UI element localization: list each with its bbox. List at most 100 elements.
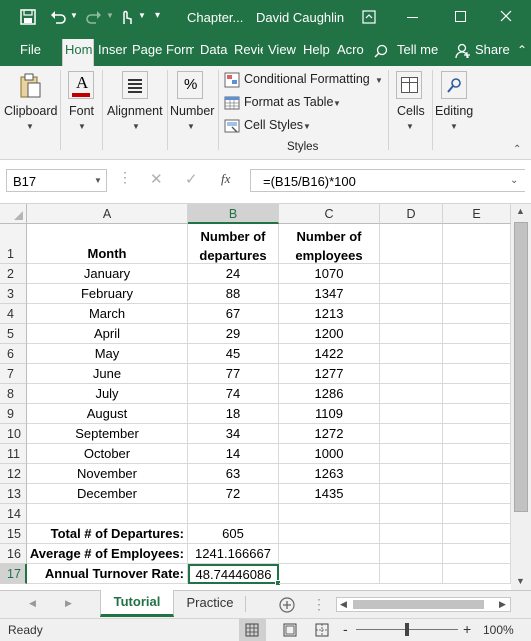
cell-c2[interactable]: 1070 xyxy=(279,264,380,284)
row-header[interactable]: 4 xyxy=(0,304,27,324)
cell-styles-button[interactable]: Cell Styles ▼ xyxy=(224,117,314,135)
select-all-corner[interactable] xyxy=(0,204,27,224)
cell-a1[interactable]: Month xyxy=(27,224,188,264)
cells-group[interactable]: Cells ▼ xyxy=(390,66,430,158)
cell-c13[interactable]: 1435 xyxy=(279,484,380,504)
cell-c12[interactable]: 1263 xyxy=(279,464,380,484)
page-layout-view-icon[interactable] xyxy=(283,623,297,637)
row-header[interactable]: 9 xyxy=(0,404,27,424)
row-header[interactable]: 3 xyxy=(0,284,27,304)
cell-a4[interactable]: March xyxy=(27,304,188,324)
vertical-scrollbar[interactable]: ▲ ▼ xyxy=(511,204,531,590)
tab-view[interactable]: View xyxy=(268,42,298,57)
close-icon[interactable] xyxy=(500,10,512,22)
cell-d16[interactable] xyxy=(380,544,443,564)
cell-e14[interactable] xyxy=(443,504,511,524)
enter-icon[interactable]: ✓ xyxy=(185,170,198,188)
cell-b5[interactable]: 29 xyxy=(188,324,279,344)
name-box-dropdown-icon[interactable]: ▼ xyxy=(94,176,102,185)
cell-e10[interactable] xyxy=(443,424,511,444)
clipboard-group[interactable]: Clipboard ▼ xyxy=(0,66,58,158)
row-header[interactable]: 5 xyxy=(0,324,27,344)
undo-dropdown-icon[interactable]: ▼ xyxy=(70,11,78,20)
cell-c9[interactable]: 1109 xyxy=(279,404,380,424)
cell-e3[interactable] xyxy=(443,284,511,304)
cell-e11[interactable] xyxy=(443,444,511,464)
user-name[interactable]: David Caughlin xyxy=(256,10,344,25)
cell-c10[interactable]: 1272 xyxy=(279,424,380,444)
cell-e9[interactable] xyxy=(443,404,511,424)
zoom-in-button[interactable]: + xyxy=(463,621,471,637)
page-break-preview-icon[interactable] xyxy=(315,623,329,637)
cell-b17-selected[interactable]: 48.74446086 xyxy=(188,564,279,584)
cell-c6[interactable]: 1422 xyxy=(279,344,380,364)
cell-a17[interactable]: Annual Turnover Rate: xyxy=(27,564,188,584)
column-header-c[interactable]: C xyxy=(279,204,380,224)
format-as-table-button[interactable]: Format as Table ▼ xyxy=(224,94,344,112)
cell-d15[interactable] xyxy=(380,524,443,544)
prev-sheet-icon[interactable]: ◀ xyxy=(29,598,36,609)
column-header-d[interactable]: D xyxy=(380,204,443,224)
vertical-scroll-thumb[interactable] xyxy=(514,222,528,512)
tab-home[interactable]: Hom xyxy=(62,39,94,66)
cell-d14[interactable] xyxy=(380,504,443,524)
cell-a12[interactable]: November xyxy=(27,464,188,484)
cell-c17[interactable] xyxy=(279,564,380,584)
cell-c5[interactable]: 1200 xyxy=(279,324,380,344)
redo-icon[interactable] xyxy=(86,9,102,25)
cell-b9[interactable]: 18 xyxy=(188,404,279,424)
cell-c16[interactable] xyxy=(279,544,380,564)
cell-c3[interactable]: 1347 xyxy=(279,284,380,304)
cell-a13[interactable]: December xyxy=(27,484,188,504)
cell-e16[interactable] xyxy=(443,544,511,564)
row-header[interactable]: 17 xyxy=(0,564,27,584)
cell-a14[interactable] xyxy=(27,504,188,524)
cell-a8[interactable]: July xyxy=(27,384,188,404)
tab-formulas[interactable]: Form xyxy=(166,42,194,57)
name-box[interactable]: B17 ▼ xyxy=(6,169,107,192)
cell-b15[interactable]: 605 xyxy=(188,524,279,544)
cell-b6[interactable]: 45 xyxy=(188,344,279,364)
cell-b1[interactable]: Number of departures xyxy=(188,224,279,264)
cell-a5[interactable]: April xyxy=(27,324,188,344)
editing-group[interactable]: Editing ▼ xyxy=(434,66,478,158)
cell-b10[interactable]: 34 xyxy=(188,424,279,444)
cell-e13[interactable] xyxy=(443,484,511,504)
maximize-icon[interactable] xyxy=(455,11,466,22)
cell-b16[interactable]: 1241.166667 xyxy=(188,544,279,564)
cell-a10[interactable]: September xyxy=(27,424,188,444)
cell-a6[interactable]: May xyxy=(27,344,188,364)
column-header-a[interactable]: A xyxy=(27,204,188,224)
horizontal-scrollbar[interactable]: ◀ ▶ xyxy=(336,597,511,612)
row-header[interactable]: 1 xyxy=(0,224,27,264)
cell-b13[interactable]: 72 xyxy=(188,484,279,504)
tab-data[interactable]: Data xyxy=(200,42,228,57)
cell-d7[interactable] xyxy=(380,364,443,384)
cell-e17[interactable] xyxy=(443,564,511,584)
cell-e12[interactable] xyxy=(443,464,511,484)
sheet-tab-practice[interactable]: Practice xyxy=(176,591,244,617)
cell-d2[interactable] xyxy=(380,264,443,284)
cell-e5[interactable] xyxy=(443,324,511,344)
cell-d8[interactable] xyxy=(380,384,443,404)
cell-e4[interactable] xyxy=(443,304,511,324)
row-header[interactable]: 2 xyxy=(0,264,27,284)
tab-file[interactable]: File xyxy=(20,42,41,57)
row-header[interactable]: 15 xyxy=(0,524,27,544)
cancel-icon[interactable]: ✕ xyxy=(150,170,163,188)
cell-a15[interactable]: Total # of Departures: xyxy=(27,524,188,544)
collapse-ribbon-icon[interactable]: ⌃ xyxy=(513,144,521,155)
cell-c8[interactable]: 1286 xyxy=(279,384,380,404)
touch-mode-icon[interactable] xyxy=(118,8,134,26)
cell-a9[interactable]: August xyxy=(27,404,188,424)
cell-d17[interactable] xyxy=(380,564,443,584)
cell-d11[interactable] xyxy=(380,444,443,464)
normal-view-button[interactable] xyxy=(239,619,266,641)
cell-c15[interactable] xyxy=(279,524,380,544)
chevron-up-icon[interactable]: ⌃ xyxy=(517,43,527,57)
cell-b4[interactable]: 67 xyxy=(188,304,279,324)
minimize-icon[interactable] xyxy=(407,17,418,18)
row-header[interactable]: 8 xyxy=(0,384,27,404)
tab-review[interactable]: Revie xyxy=(234,42,263,57)
cell-b12[interactable]: 63 xyxy=(188,464,279,484)
